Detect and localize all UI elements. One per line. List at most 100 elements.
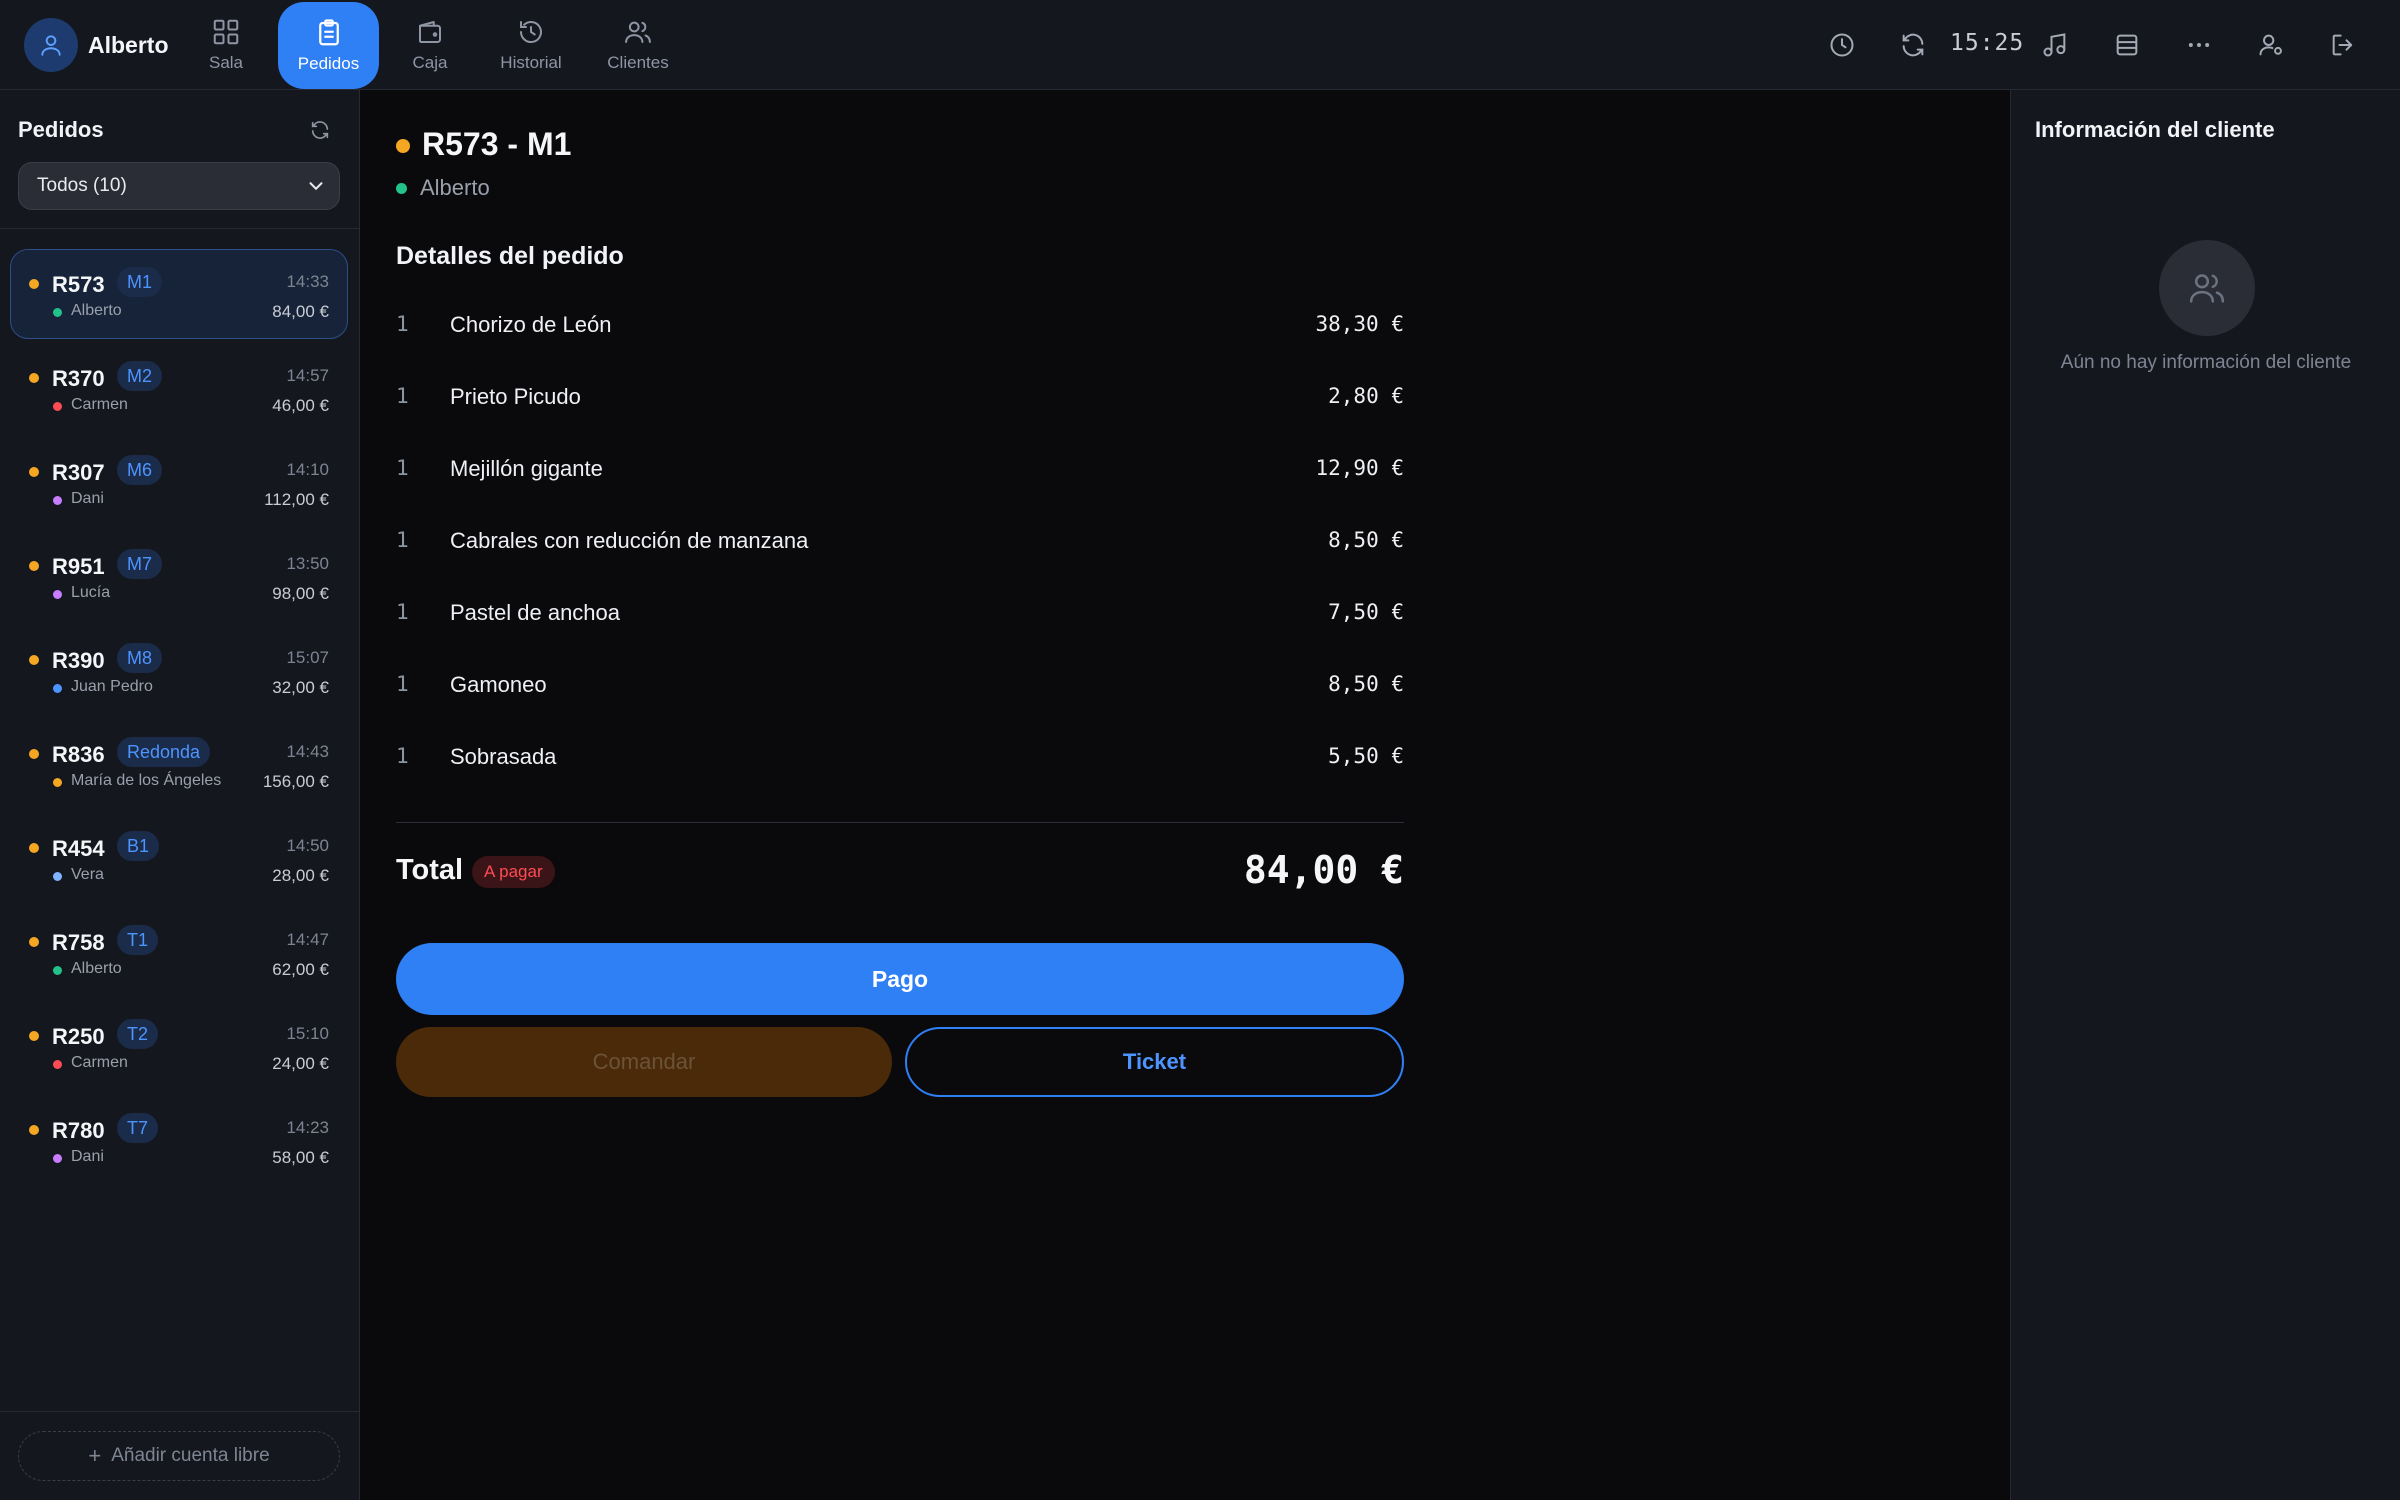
table-badge: T1 <box>117 925 159 955</box>
order-total: 32,00 € <box>272 678 329 697</box>
order-card[interactable]: R454 B1 14:50 Vera 28,00 € <box>10 813 348 903</box>
order-item-row[interactable]: 1 Pastel de anchoa 7,50 € <box>396 593 1404 633</box>
ticket-button[interactable]: Ticket <box>905 1027 1404 1097</box>
staff-name: Carmen <box>71 396 128 413</box>
filter-value: Todos (10) <box>37 175 127 196</box>
order-item-row[interactable]: 1 Cabrales con reducción de manzana 8,50 € <box>396 521 1404 561</box>
staff-name: Dani <box>71 490 104 507</box>
item-quantity: 1 <box>396 600 409 624</box>
order-item-row[interactable]: 1 Prieto Picudo 2,80 € <box>396 377 1404 417</box>
refresh-icon <box>311 121 329 139</box>
order-card[interactable]: R250 T2 15:10 Carmen 24,00 € <box>10 1001 348 1091</box>
order-status-dot <box>29 843 39 853</box>
refresh-button[interactable] <box>1893 25 1933 65</box>
item-quantity: 1 <box>396 456 409 480</box>
add-free-account-button[interactable]: + Añadir cuenta libre <box>18 1431 340 1481</box>
clock-readout: 15:25 <box>1950 30 2025 56</box>
user-settings-button[interactable] <box>2251 25 2291 65</box>
staff-name: Dani <box>71 1148 104 1165</box>
tab-clientes[interactable]: Clientes <box>604 0 672 90</box>
item-price: 7,50 € <box>1328 600 1404 624</box>
order-total: 24,00 € <box>272 1054 329 1073</box>
clock-button[interactable] <box>1822 25 1862 65</box>
order-card[interactable]: R836 Redonda 14:43 María de los Ángeles 156,… <box>10 719 348 809</box>
staff-name: María de los Ángeles <box>71 772 222 789</box>
divider <box>0 228 359 229</box>
client-empty-text: Aún no hay información del cliente <box>2060 352 2352 373</box>
item-price: 12,90 € <box>1315 456 1404 480</box>
more-icon <box>2188 43 2210 47</box>
send-order-button[interactable]: Comandar <box>396 1027 892 1097</box>
user-chip[interactable]: Alberto <box>24 18 169 72</box>
order-status-dot <box>29 561 39 571</box>
order-detail: R573 - M1 Alberto Detalles del pedido 1 C… <box>360 90 2010 1500</box>
item-quantity: 1 <box>396 528 409 552</box>
order-card[interactable]: R758 T1 14:47 Alberto 62,00 € <box>10 907 348 997</box>
order-item-row[interactable]: 1 Sobrasada 5,50 € <box>396 737 1404 777</box>
order-time: 14:10 <box>286 460 329 479</box>
order-status-dot <box>29 1125 39 1135</box>
order-card[interactable]: R951 M7 13:50 Lucía 98,00 € <box>10 531 348 621</box>
order-code: R836 <box>52 742 105 767</box>
tab-sala[interactable]: Sala <box>200 0 252 90</box>
staff-color-dot <box>53 1060 62 1069</box>
order-time: 13:50 <box>286 554 329 573</box>
layers-button[interactable] <box>2107 25 2147 65</box>
order-status-dot <box>29 1031 39 1041</box>
more-button[interactable] <box>2179 25 2219 65</box>
details-title: Detalles del pedido <box>396 242 624 270</box>
logout-button[interactable] <box>2323 25 2363 65</box>
order-card[interactable]: R370 M2 14:57 Carmen 46,00 € <box>10 343 348 433</box>
divider <box>396 822 1404 823</box>
order-time: 15:10 <box>286 1024 329 1043</box>
tab-historial[interactable]: Historial <box>495 0 567 90</box>
table-badge: M8 <box>117 643 163 673</box>
order-total: 28,00 € <box>272 866 329 885</box>
staff-name: Carmen <box>71 1054 128 1071</box>
clipboard-icon <box>318 18 339 45</box>
staff-name: Alberto <box>71 960 122 977</box>
item-price: 5,50 € <box>1328 744 1404 768</box>
order-total: 98,00 € <box>272 584 329 603</box>
order-status-dot <box>29 749 39 759</box>
order-filter-select[interactable]: Todos (10) <box>18 162 340 210</box>
item-name: Gamoneo <box>450 672 547 697</box>
order-time: 14:47 <box>286 930 329 949</box>
sidebar-refresh-button[interactable] <box>304 114 336 146</box>
staff-name: Lucía <box>71 584 111 601</box>
order-item-row[interactable]: 1 Chorizo de León 38,30 € <box>396 305 1404 345</box>
order-item-row[interactable]: 1 Mejillón gigante 12,90 € <box>396 449 1404 489</box>
user-icon <box>41 35 61 56</box>
order-total: 84,00 € <box>272 302 329 321</box>
staff-color-dot <box>53 496 62 505</box>
order-status-dot <box>29 373 39 383</box>
tab-caja[interactable]: Caja <box>405 0 455 90</box>
order-total: 112,00 € <box>264 490 329 509</box>
staff-name: Alberto <box>71 302 122 319</box>
item-name: Prieto Picudo <box>450 384 581 409</box>
order-code: R370 <box>52 366 105 391</box>
pay-button[interactable]: Pago <box>396 943 1404 1015</box>
staff-color-dot <box>53 308 62 317</box>
order-code: R307 <box>52 460 105 485</box>
clock-icon <box>1830 33 1854 57</box>
order-card[interactable]: R390 M8 15:07 Juan Pedro 32,00 € <box>10 625 348 715</box>
user-avatar <box>24 18 78 72</box>
tab-pedidos[interactable]: Pedidos <box>278 2 379 89</box>
tab-label: Pedidos <box>297 53 360 73</box>
item-quantity: 1 <box>396 744 409 768</box>
order-item-row[interactable]: 1 Gamoneo 8,50 € <box>396 665 1404 705</box>
staff-color-dot <box>53 778 62 787</box>
tab-label: Sala <box>208 53 244 72</box>
order-card[interactable]: R573 M1 14:33 Alberto 84,00 € <box>10 249 348 339</box>
order-code: R780 <box>52 1118 105 1143</box>
user-name: Alberto <box>88 31 169 58</box>
order-total: 58,00 € <box>272 1148 329 1167</box>
music-icon <box>2043 33 2066 57</box>
layers-icon <box>2116 34 2138 56</box>
item-name: Pastel de anchoa <box>450 600 621 625</box>
order-card[interactable]: R307 M6 14:10 Dani 112,00 € <box>10 437 348 527</box>
order-total: 62,00 € <box>272 960 329 979</box>
order-card[interactable]: R780 T7 14:23 Dani 58,00 € <box>10 1095 348 1185</box>
music-button[interactable] <box>2035 25 2075 65</box>
